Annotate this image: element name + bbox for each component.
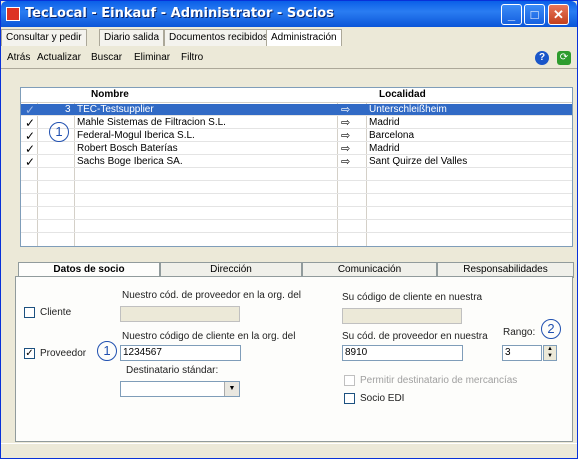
delete-button[interactable]: Eliminar [134,52,170,63]
status-bar [1,443,577,458]
title-bar: TecLocal - Einkauf - Administrator - Soc… [1,1,577,27]
supplier-code-label: Nuestro cód. de proveedor en la org. del [122,290,301,301]
update-button[interactable]: Actualizar [37,52,81,63]
their-client-code-field [342,308,462,324]
callout-marker: 1 [97,341,117,361]
filter-button[interactable]: Filtro [181,52,203,63]
arrow-right-icon: ⇨ [341,143,351,155]
client-code-field[interactable]: 1234567 [120,345,241,361]
check-icon: ✓ [25,155,36,169]
table-row[interactable]: ✓ Robert Bosch Baterías ⇨ Madrid [21,142,572,156]
chevron-down-icon[interactable]: ▼ [224,382,239,396]
toolbar: Atrás Actualizar Buscar Eliminar Filtro [1,47,577,69]
partner-data-panel: Nuestro cód. de proveedor en la org. del… [15,276,573,442]
empty-row [21,169,572,181]
supplier-label: Proveedor [40,348,87,359]
empty-row [21,195,572,207]
arrow-right-icon: ⇨ [341,130,351,142]
table-row[interactable]: ✓ 3 TEC-Testsupplier ⇨ Unterschleißheim [21,103,572,117]
client-checkbox[interactable] [24,307,35,318]
empty-row [21,208,572,220]
row-number: 3 [65,104,71,115]
menu-administration[interactable]: Administración [266,29,342,46]
partner-name: Federal-Mogul Iberica S.L. [77,130,195,141]
range-stepper[interactable]: ▲ ▼ [543,345,557,361]
refresh-icon[interactable]: ⟳ [557,51,571,65]
callout-marker: 2 [541,319,561,339]
back-button[interactable]: Atrás [7,52,30,63]
supplier-checkbox[interactable]: ✓ [24,348,35,359]
minimize-button[interactable]: _ [501,4,522,25]
search-button[interactable]: Buscar [91,52,122,63]
allow-recipient-label: Permitir destinatario de mercancías [360,375,518,386]
partner-location: Unterschleißheim [369,104,447,115]
empty-row [21,221,572,233]
callout-marker: 1 [49,122,69,142]
help-icon[interactable]: ? [535,51,549,65]
edi-checkbox[interactable] [344,393,355,404]
table-row[interactable]: ✓ Federal-Mogul Iberica S.L. ⇨ Barcelona [21,129,572,143]
table-header: Nombre Localidad [21,88,572,103]
menu-bar: Consultar y pedir Diario salida Document… [1,27,577,46]
recipient-label: Destinatario stándar: [126,365,219,376]
empty-row [21,182,572,194]
edi-label: Socio EDI [360,393,405,404]
partner-location: Barcelona [369,130,415,141]
partner-name: Robert Bosch Baterías [77,143,178,154]
recipient-dropdown[interactable]: ▼ [120,381,240,397]
table-row[interactable]: ✓ Sachs Boge Iberica SA. ⇨ Sant Quirze d… [21,155,572,169]
allow-recipient-checkbox[interactable] [344,375,355,386]
menu-received-docs[interactable]: Documentos recibidos [164,29,273,46]
main-window: TecLocal - Einkauf - Administrator - Soc… [0,0,578,459]
partner-name: TEC-Testsupplier [77,104,154,115]
supplier-code-field [120,306,240,322]
arrow-right-icon: ⇨ [341,117,351,129]
partner-location: Madrid [369,117,400,128]
check-icon: ✓ [25,103,36,117]
partner-table: Nombre Localidad ✓ 3 TEC-Testsupplier ⇨ … [20,87,573,247]
arrow-right-icon: ⇨ [341,156,351,168]
maximize-button[interactable]: □ [524,4,545,25]
table-row[interactable]: ✓ Mahle Sistemas de Filtracion S.L. ⇨ Ma… [21,116,572,130]
app-icon [6,7,20,21]
column-location-header[interactable]: Localidad [379,89,426,100]
arrow-right-icon: ⇨ [341,104,351,116]
check-icon: ✓ [25,116,36,130]
client-code-label: Nuestro código de cliente en la org. del [122,331,296,342]
their-client-code-label: Su código de cliente en nuestra [342,292,483,303]
range-label: Rango: [503,327,536,338]
partner-location: Madrid [369,143,400,154]
client-label: Cliente [40,307,72,318]
window-title: TecLocal - Einkauf - Administrator - Soc… [25,6,334,21]
partner-name: Sachs Boge Iberica SA. [77,156,183,167]
their-supplier-code-field[interactable]: 8910 [342,345,463,361]
partner-name: Mahle Sistemas de Filtracion S.L. [77,117,226,128]
partner-location: Sant Quirze del Valles [369,156,468,167]
their-supplier-code-label: Su cód. de proveedor en nuestra [342,331,488,342]
menu-consult[interactable]: Consultar y pedir [1,29,87,46]
range-field[interactable]: 3 [502,345,542,361]
check-icon: ✓ [25,142,36,156]
close-button[interactable]: ✕ [548,4,569,25]
column-name-header[interactable]: Nombre [91,89,129,100]
check-icon: ✓ [25,129,36,143]
menu-output-journal[interactable]: Diario salida [99,29,165,46]
